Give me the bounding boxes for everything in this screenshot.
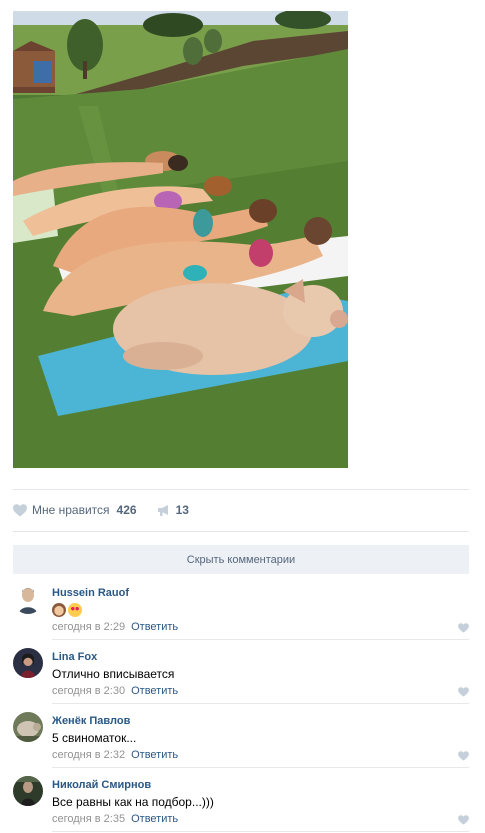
divider-top <box>13 489 469 490</box>
reply-link[interactable]: Ответить <box>131 685 178 697</box>
see-no-evil-monkey-icon <box>52 603 66 617</box>
comment-text: Все равны как на подбор...))) <box>52 795 214 809</box>
comment-author[interactable]: Hussein Rauof <box>52 587 129 599</box>
post-actions: Мне нравится 426 13 <box>13 501 189 519</box>
reply-link[interactable]: Ответить <box>131 621 178 633</box>
comment-time[interactable]: сегодня в 2:29 <box>52 621 125 633</box>
comment-like-icon[interactable] <box>458 622 469 633</box>
comment-author[interactable]: Николай Смирнов <box>52 779 151 791</box>
heart-icon <box>13 503 27 517</box>
comment-time[interactable]: сегодня в 2:30 <box>52 685 125 697</box>
avatar[interactable] <box>13 712 43 742</box>
comment-like-icon[interactable] <box>458 686 469 697</box>
comment-text <box>52 603 84 618</box>
like-label: Мне нравится <box>32 503 110 517</box>
hide-comments-button[interactable]: Скрыть комментарии <box>13 545 469 574</box>
megaphone-icon <box>157 504 171 517</box>
like-count: 426 <box>116 503 137 517</box>
comment-author[interactable]: Женёк Павлов <box>52 715 130 727</box>
comment-item: Lina Fox Отлично вписывается сегодня в 2… <box>13 640 469 704</box>
comment-item: Женёк Павлов 5 свиноматок... сегодня в 2… <box>13 704 469 768</box>
comment-meta: сегодня в 2:29 Ответить <box>52 621 178 633</box>
divider-bottom <box>13 531 469 532</box>
reply-link[interactable]: Ответить <box>131 813 178 825</box>
comment-like-icon[interactable] <box>458 750 469 761</box>
post-photo[interactable] <box>13 11 348 468</box>
share-count: 13 <box>175 503 189 517</box>
like-button[interactable]: Мне нравится 426 <box>13 503 137 517</box>
avatar[interactable] <box>13 648 43 678</box>
comment-text: Отлично вписывается <box>52 667 175 681</box>
comment-text: 5 свиноматок... <box>52 731 137 745</box>
comment-time[interactable]: сегодня в 2:35 <box>52 813 125 825</box>
comment-meta: сегодня в 2:32 Ответить <box>52 749 178 761</box>
comment-separator <box>52 831 469 832</box>
comment-meta: сегодня в 2:35 Ответить <box>52 813 178 825</box>
share-button[interactable]: 13 <box>157 503 189 517</box>
comment-author[interactable]: Lina Fox <box>52 651 97 663</box>
comment-like-icon[interactable] <box>458 814 469 825</box>
heart-eyes-icon <box>68 603 82 617</box>
avatar[interactable] <box>13 584 43 614</box>
reply-link[interactable]: Ответить <box>131 749 178 761</box>
comment-time[interactable]: сегодня в 2:32 <box>52 749 125 761</box>
photo-illustration <box>13 11 348 468</box>
comment-item: Hussein Rauof сегодня в 2:29 Ответить <box>13 576 469 640</box>
comment-item: Николай Смирнов Все равны как на подбор.… <box>13 768 469 832</box>
comment-meta: сегодня в 2:30 Ответить <box>52 685 178 697</box>
avatar[interactable] <box>13 776 43 806</box>
